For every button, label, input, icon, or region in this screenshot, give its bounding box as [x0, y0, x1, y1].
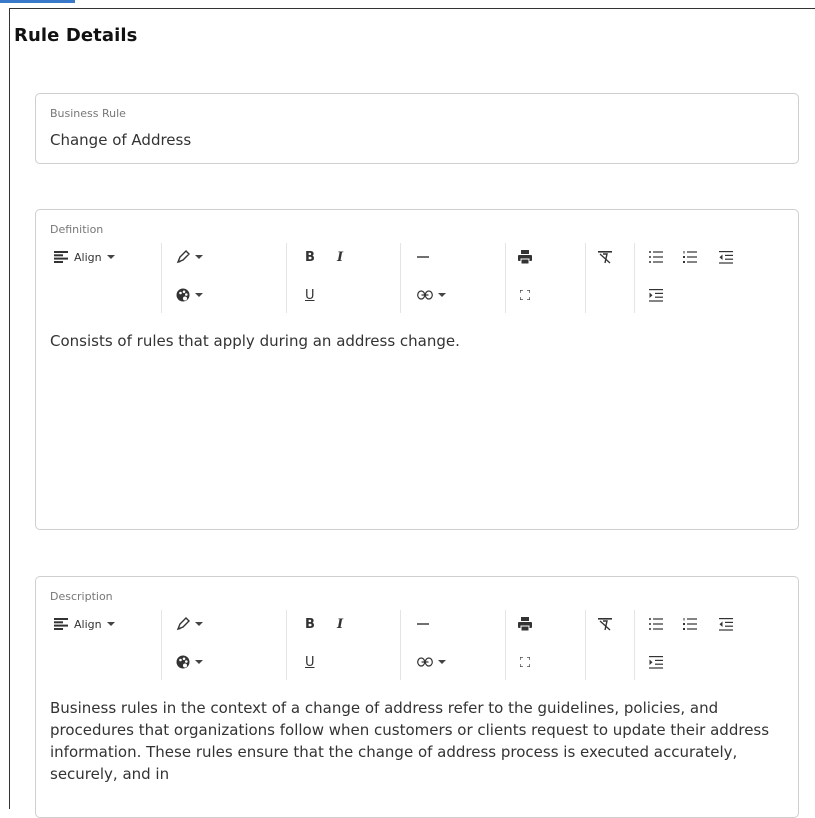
- business-rule-value[interactable]: Change of Address: [50, 131, 191, 149]
- definition-content[interactable]: Consists of rules that apply during an a…: [50, 330, 770, 352]
- chevron-down-icon: [438, 293, 446, 297]
- align-button[interactable]: Align: [54, 611, 115, 637]
- toolbar-group-insert: [400, 243, 506, 313]
- bold-icon: B: [305, 249, 315, 265]
- bullet-list-button[interactable]: [649, 244, 663, 270]
- top-link-underline: [0, 0, 75, 3]
- bold-button[interactable]: B: [305, 244, 315, 270]
- description-label: Description: [50, 590, 113, 603]
- palette-icon: [176, 655, 190, 669]
- print-icon: [518, 617, 532, 631]
- toolbar-group-lists: [634, 610, 785, 680]
- chevron-down-icon: [438, 660, 446, 664]
- toolbar-group-color: [161, 243, 287, 313]
- italic-icon: I: [337, 249, 344, 265]
- pencil-icon: [176, 617, 190, 631]
- toolbar-group-font: B I U: [286, 243, 401, 313]
- fullscreen-button[interactable]: [520, 282, 530, 308]
- align-label: Align: [74, 250, 102, 264]
- print-icon: [518, 250, 532, 264]
- print-button[interactable]: [518, 611, 532, 637]
- outdent-icon: [719, 617, 733, 631]
- underline-icon: U: [305, 654, 315, 670]
- link-icon: [417, 290, 433, 300]
- chevron-down-icon: [195, 255, 203, 259]
- fullscreen-icon: [520, 290, 530, 300]
- print-button[interactable]: [518, 244, 532, 270]
- italic-icon: I: [337, 616, 344, 632]
- bullet-list-button[interactable]: [649, 611, 663, 637]
- pencil-icon: [176, 250, 190, 264]
- indent-button[interactable]: [649, 282, 663, 308]
- underline-button[interactable]: U: [305, 282, 315, 308]
- toolbar-group-clear: [585, 243, 635, 313]
- link-icon: [417, 657, 433, 667]
- align-label: Align: [74, 617, 102, 631]
- text-color-button[interactable]: [176, 611, 203, 637]
- bold-button[interactable]: B: [305, 611, 315, 637]
- link-button[interactable]: [417, 282, 446, 308]
- chevron-down-icon: [195, 293, 203, 297]
- background-color-button[interactable]: [176, 649, 203, 675]
- toolbar-group-insert: [400, 610, 506, 680]
- fullscreen-button[interactable]: [520, 649, 530, 675]
- toolbar-group-font: B I U: [286, 610, 401, 680]
- indent-button[interactable]: [649, 649, 663, 675]
- chevron-down-icon: [106, 622, 115, 626]
- clear-format-icon: [598, 250, 612, 264]
- toolbar-group-color: [161, 610, 287, 680]
- definition-toolbar: Align B I U: [48, 243, 788, 313]
- clear-format-icon: [598, 617, 612, 631]
- description-editor: Description Align B I U Business rules i…: [35, 576, 799, 818]
- toolbar-group-lists: [634, 243, 785, 313]
- background-color-button[interactable]: [176, 282, 203, 308]
- bullet-list-icon: [649, 618, 663, 630]
- text-color-button[interactable]: [176, 244, 203, 270]
- indent-icon: [649, 655, 663, 669]
- toolbar-group-paragraph: Align: [48, 243, 161, 313]
- italic-button[interactable]: I: [337, 244, 343, 270]
- align-button[interactable]: Align: [54, 244, 115, 270]
- toolbar-group-view: [505, 243, 586, 313]
- outdent-button[interactable]: [719, 244, 733, 270]
- palette-icon: [176, 288, 190, 302]
- clear-format-button[interactable]: [598, 611, 612, 637]
- numbered-list-icon: [683, 618, 697, 630]
- definition-label: Definition: [50, 223, 104, 236]
- bullet-list-icon: [649, 251, 663, 263]
- underline-icon: U: [305, 287, 315, 303]
- horizontal-rule-icon: [417, 618, 429, 630]
- link-button[interactable]: [417, 649, 446, 675]
- toolbar-group-clear: [585, 610, 635, 680]
- numbered-list-button[interactable]: [683, 244, 697, 270]
- top-bar: [0, 0, 815, 8]
- numbered-list-button[interactable]: [683, 611, 697, 637]
- fullscreen-icon: [520, 657, 530, 667]
- horizontal-rule-button[interactable]: [417, 611, 429, 637]
- business-rule-label: Business Rule: [50, 107, 126, 120]
- description-content[interactable]: Business rules in the context of a chang…: [50, 697, 770, 785]
- chevron-down-icon: [106, 255, 115, 259]
- description-toolbar: Align B I U: [48, 610, 788, 680]
- indent-icon: [649, 288, 663, 302]
- align-left-icon: [54, 618, 68, 630]
- numbered-list-icon: [683, 251, 697, 263]
- toolbar-group-paragraph: Align: [48, 610, 161, 680]
- horizontal-rule-button[interactable]: [417, 244, 429, 270]
- toolbar-group-view: [505, 610, 586, 680]
- italic-button[interactable]: I: [337, 611, 343, 637]
- definition-editor: Definition Align B I U Consists of rules…: [35, 209, 799, 530]
- clear-format-button[interactable]: [598, 244, 612, 270]
- panel-title: Rule Details: [14, 25, 138, 46]
- underline-button[interactable]: U: [305, 649, 315, 675]
- outdent-button[interactable]: [719, 611, 733, 637]
- outdent-icon: [719, 250, 733, 264]
- bold-icon: B: [305, 616, 315, 632]
- business-rule-field[interactable]: Business Rule Change of Address: [35, 93, 799, 164]
- chevron-down-icon: [195, 622, 203, 626]
- chevron-down-icon: [195, 660, 203, 664]
- align-left-icon: [54, 251, 68, 263]
- horizontal-rule-icon: [417, 251, 429, 263]
